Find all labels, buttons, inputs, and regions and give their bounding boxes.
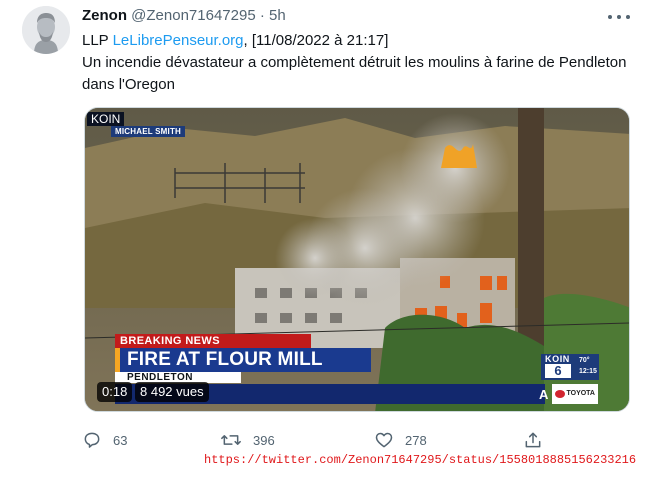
reply-button[interactable]: 63 [82, 428, 127, 452]
retweet-button[interactable]: 396 [220, 428, 275, 452]
source-link[interactable]: LeLibrePenseur.org [113, 32, 244, 49]
reporter-name: MICHAEL SMITH [111, 126, 186, 137]
tweet-card: Zenon @Zenon71647295 · 5h LLP LeLibrePen… [0, 0, 650, 477]
station-temperature: 70° [579, 357, 590, 364]
avatar[interactable] [22, 6, 70, 54]
breaking-news-banner: BREAKING NEWS [115, 334, 311, 348]
tweet-header: Zenon @Zenon71647295 · 5h [82, 7, 286, 24]
channel-tag: KOIN [87, 112, 125, 126]
video-player[interactable]: KOIN MICHAEL SMITH BREAKING NEWS FIRE AT… [84, 107, 630, 412]
author-name[interactable]: Zenon [82, 7, 127, 24]
ticker-letter: A [539, 387, 549, 402]
tweet-text: LLP LeLibrePenseur.org, [11/08/2022 à 21… [82, 30, 627, 96]
retweet-icon [221, 435, 241, 445]
video-view-count: 8 492 vues [135, 382, 209, 402]
headline-accent-bar [115, 348, 120, 372]
bust-image [22, 6, 70, 54]
heart-icon [375, 432, 393, 448]
reply-count: 63 [113, 432, 128, 448]
separator-dot: · [259, 7, 265, 24]
like-button[interactable]: 278 [374, 428, 427, 452]
source-prefix: LLP [82, 32, 113, 49]
source-date: , [11/08/2022 à 21:17] [243, 32, 389, 49]
tweet-time[interactable]: 5h [269, 7, 286, 24]
author-handle[interactable]: @Zenon71647295 [131, 7, 256, 24]
share-button[interactable] [523, 428, 543, 452]
station-time: 12:15 [579, 368, 597, 375]
like-count: 278 [405, 432, 427, 448]
station-channel: 6 [545, 364, 571, 378]
tweet-text-body: Un incendie dévastateur a complètement d… [82, 54, 627, 93]
video-timestamp: 0:18 [97, 382, 133, 402]
tweet-actions: 63 396 278 [82, 428, 552, 452]
share-icon [525, 432, 541, 448]
headline-banner: FIRE AT FLOUR MILL [115, 348, 371, 372]
more-icon[interactable] [608, 10, 630, 24]
tweet-text-line-source: LLP LeLibrePenseur.org, [11/08/2022 à 21… [82, 30, 627, 52]
toyota-logo-icon [555, 390, 565, 398]
source-url[interactable]: https://twitter.com/Zenon71647295/status… [204, 453, 636, 467]
retweet-count: 396 [253, 432, 275, 448]
reply-icon [84, 432, 100, 448]
